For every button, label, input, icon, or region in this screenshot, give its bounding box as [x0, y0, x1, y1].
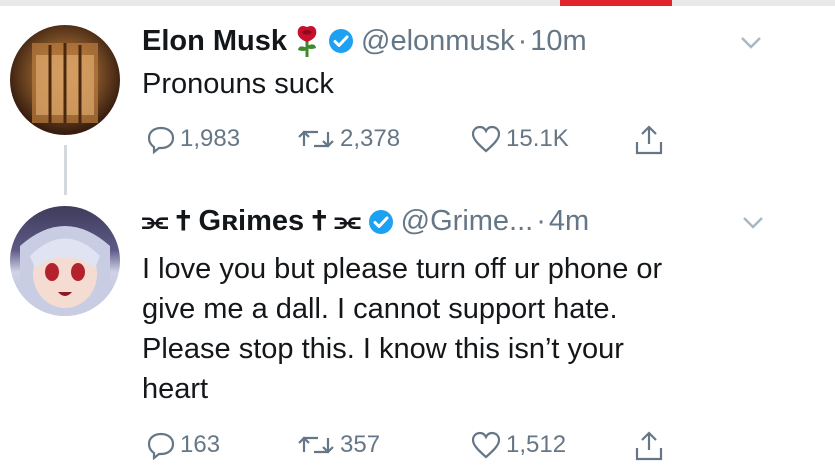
display-name[interactable]: Elon Musk	[142, 25, 287, 58]
avatar[interactable]	[10, 25, 120, 135]
reply-count: 163	[180, 431, 221, 458]
timestamp[interactable]: 10m	[530, 25, 586, 58]
separator-dot: ·	[517, 24, 528, 57]
verified-icon	[328, 28, 354, 54]
heart-icon	[471, 125, 501, 153]
chevron-down-icon[interactable]	[742, 216, 764, 230]
like-count: 15.1K	[506, 125, 569, 152]
verified-icon	[368, 209, 394, 235]
rose-icon	[293, 24, 321, 58]
separator-dot: ·	[536, 205, 546, 237]
user-handle[interactable]: @elonmusk	[361, 25, 515, 58]
heart-icon	[471, 431, 501, 459]
reply-button[interactable]: 1,983	[146, 124, 240, 154]
like-count: 1,512	[506, 431, 567, 458]
retweet-button[interactable]: 2,378	[296, 124, 400, 154]
tweet-text: Pronouns suck	[142, 68, 334, 100]
reply-count: 1,983	[180, 125, 241, 152]
retweet-count: 2,378	[340, 125, 401, 152]
share-icon[interactable]	[632, 430, 666, 462]
tweet-header: ⫘ ✝ Gʀimes ✝ ⫘ @Grime... · 4m	[142, 205, 589, 238]
retweet-icon	[298, 436, 334, 454]
timestamp[interactable]: 4m	[549, 205, 589, 238]
top-bar	[0, 0, 835, 6]
top-bar-accent	[560, 0, 672, 6]
chevron-down-icon[interactable]	[740, 36, 762, 50]
share-icon[interactable]	[632, 124, 666, 156]
reply-button[interactable]: 163	[146, 430, 220, 460]
like-button[interactable]: 15.1K	[470, 124, 569, 154]
retweet-icon	[298, 130, 334, 148]
like-button[interactable]: 1,512	[470, 430, 566, 460]
avatar[interactable]	[10, 206, 120, 316]
retweet-button[interactable]: 357	[296, 430, 380, 460]
thread-connector	[64, 145, 67, 195]
display-name[interactable]: ⫘ ✝ Gʀimes ✝ ⫘	[142, 205, 361, 238]
tweet-text: I love you but please turn off ur phone …	[142, 253, 663, 405]
reply-icon	[147, 126, 175, 154]
tweet-header: Elon Musk @elonmusk · 10m	[142, 24, 587, 58]
user-handle[interactable]: @Grime...	[401, 205, 534, 238]
retweet-count: 357	[340, 431, 381, 458]
reply-icon	[147, 432, 175, 460]
